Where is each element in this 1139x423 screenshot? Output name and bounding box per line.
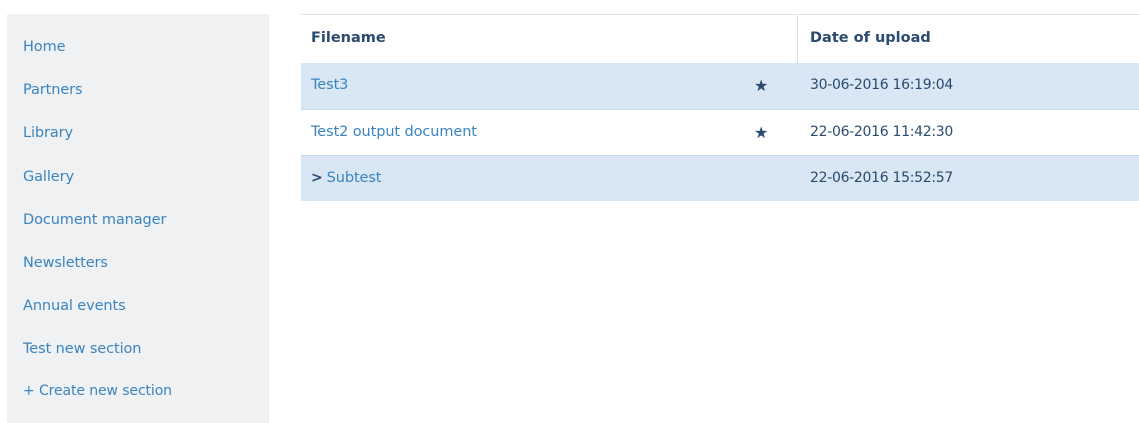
chevron-right-icon: > <box>311 170 323 186</box>
sidebar: Home Partners Library Gallery Document m… <box>7 14 269 423</box>
star-icon[interactable]: ★ <box>754 76 768 95</box>
file-link[interactable]: Test3 <box>311 77 348 93</box>
file-link[interactable]: Test2 output document <box>311 124 477 140</box>
column-divider <box>797 15 798 64</box>
sidebar-item-gallery[interactable]: Gallery <box>23 169 74 185</box>
folder-link[interactable]: > Subtest <box>311 170 381 186</box>
table-row[interactable]: Test2 output document ★ 22-06-2016 11:42… <box>301 109 1139 155</box>
sidebar-item-newsletters[interactable]: Newsletters <box>23 255 108 271</box>
upload-date: 22-06-2016 11:42:30 <box>810 124 953 140</box>
folder-name: Subtest <box>326 170 382 186</box>
sidebar-item-test-new-section[interactable]: Test new section <box>23 341 141 357</box>
create-new-section-link[interactable]: + Create new section <box>23 383 172 399</box>
table-row[interactable]: > Subtest 22-06-2016 15:52:57 <box>301 155 1139 201</box>
sidebar-item-annual-events[interactable]: Annual events <box>23 298 126 314</box>
upload-date: 30-06-2016 16:19:04 <box>810 77 953 93</box>
sidebar-item-document-manager[interactable]: Document manager <box>23 212 166 228</box>
sidebar-item-library[interactable]: Library <box>23 125 73 141</box>
table-row[interactable]: Test3 ★ 30-06-2016 16:19:04 <box>301 63 1139 109</box>
sidebar-item-partners[interactable]: Partners <box>23 82 83 98</box>
upload-date: 22-06-2016 15:52:57 <box>810 170 953 186</box>
star-icon[interactable]: ★ <box>754 123 768 142</box>
table-header-row: Filename Date of upload <box>301 14 1139 64</box>
sidebar-item-home[interactable]: Home <box>23 39 66 55</box>
column-header-date[interactable]: Date of upload <box>810 30 931 46</box>
column-header-filename[interactable]: Filename <box>311 30 386 46</box>
file-table: Filename Date of upload Test3 ★ 30-06-20… <box>301 14 1139 201</box>
